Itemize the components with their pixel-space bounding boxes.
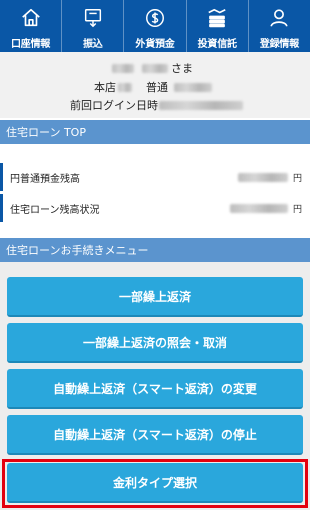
nav-item-investment-trust[interactable]: 投資信託 [187,0,249,52]
loan-balance-row: 住宅ローン残高状況 円 [0,194,310,222]
transfer-icon [84,9,101,28]
customer-name-row: さま [112,60,193,76]
nav-item-transfer[interactable]: 振込 [62,0,125,52]
redacted-name [142,63,168,73]
nav-label: 投資信託 [197,39,237,50]
prepayment-inquiry-cancel-button[interactable]: 一部繰上返済の照会・取消 [7,323,303,363]
smart-repayment-change-button[interactable]: 自動繰上返済（スマート返済）の変更 [7,369,303,409]
redacted-branch [118,82,132,92]
branch-label: 本店 [94,81,116,94]
loan-top-header: 住宅ローン TOP [0,120,310,144]
investment-icon [208,8,226,28]
redacted-account-number [174,82,212,92]
last-login-label: 前回ログイン日時 [70,99,158,112]
customer-info: さま 本店 普通 前回ログイン日時 [0,52,310,118]
interest-type-select-button[interactable]: 金利タイプ選択 [7,463,303,503]
balance-label: 住宅ローン残高状況 [10,204,100,216]
procedure-menu-header: 住宅ローンお手続きメニュー [0,238,310,262]
account-type: 普通 [146,81,168,94]
nav-item-registration-info[interactable]: 登録情報 [249,0,310,52]
currency-unit: 円 [292,173,302,184]
nav-label: 登録情報 [259,39,300,50]
honorific: さま [171,62,193,75]
nav-label: 口座情報 [11,39,51,50]
redacted-amount [229,203,288,213]
section-title: 住宅ローンお手続きメニュー [6,244,149,257]
redacted-name [112,63,134,73]
section-title: 住宅ローン TOP [6,126,86,139]
redacted-amount [237,172,288,182]
account-row: 本店 普通 [94,79,212,95]
home-icon [21,8,40,27]
dollar-icon [146,9,164,27]
user-icon [270,9,289,27]
smart-repayment-stop-button[interactable]: 自動繰上返済（スマート返済）の停止 [7,415,303,455]
last-login-row: 前回ログイン日時 [70,97,243,113]
currency-unit: 円 [292,204,302,215]
nav-item-account-info[interactable]: 口座情報 [0,0,63,52]
nav-label: 振込 [83,39,103,50]
nav-item-fx-deposit[interactable]: 外貨預金 [124,0,187,52]
nav-label: 外貨預金 [135,39,175,50]
redacted-login-datetime [159,100,243,110]
balance-value: 円 [229,202,302,215]
balance-label: 円普通預金残高 [10,173,80,185]
yen-savings-balance-row: 円普通預金残高 円 [0,163,310,191]
partial-prepayment-button[interactable]: 一部繰上返済 [7,277,303,317]
balance-value: 円 [237,171,302,184]
top-navigation: 口座情報 振込 外貨預金 投資信託 登録情報 [0,0,310,52]
